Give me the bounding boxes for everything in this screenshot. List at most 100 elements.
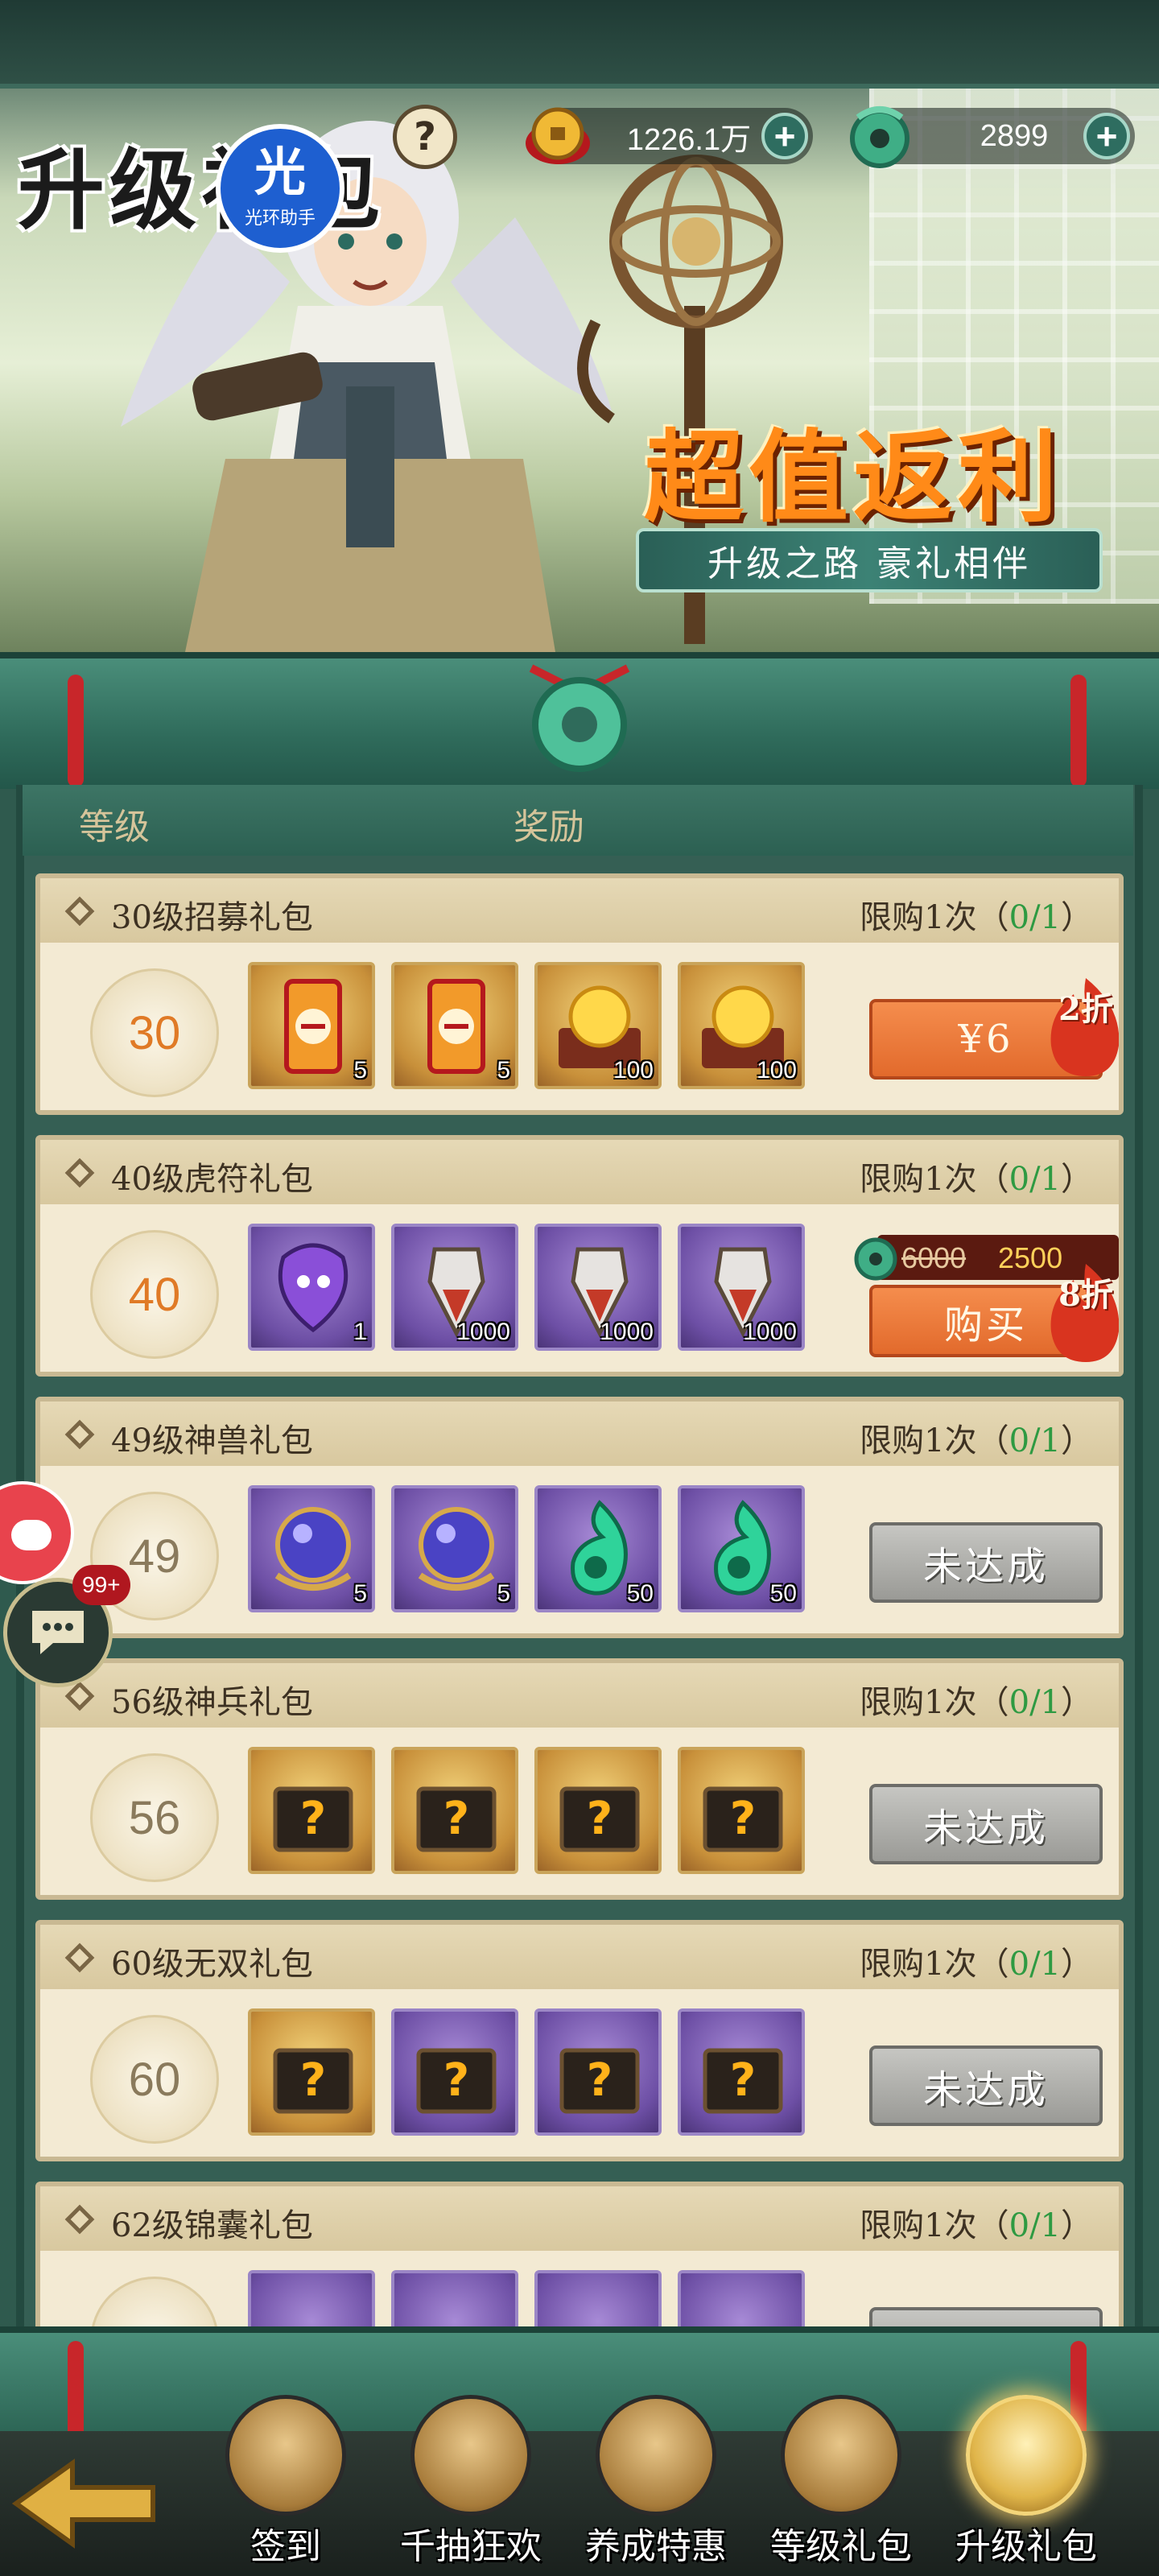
reward-items (248, 2270, 805, 2330)
reward-item[interactable]: 1000 (391, 1224, 518, 1351)
discount-badge: 8折 (1041, 1261, 1119, 1365)
gift-row-header: 56级神兵礼包 限购1次（0/1） (40, 1663, 1119, 1728)
purple-tiger-seal-icon (278, 1243, 349, 1333)
purchase-limit: 限购1次（0/1） (860, 1676, 1093, 1723)
svg-text:?: ? (443, 1793, 469, 1845)
reward-item[interactable] (534, 2270, 662, 2330)
reward-item[interactable]: 1000 (678, 1224, 805, 1351)
reward-items: ? ? ? ? (248, 1747, 805, 1874)
mystery-chest-icon: ? (703, 1786, 783, 1852)
help-button[interactable]: ? (393, 105, 457, 169)
reward-item[interactable] (391, 2270, 518, 2330)
item-quantity: 5 (497, 1580, 510, 1607)
mystery-chest-icon: ? (703, 2048, 783, 2114)
reward-items: 5 5 50 50 (248, 1485, 805, 1612)
reward-item[interactable]: 100 (534, 962, 662, 1089)
not-reached-button[interactable]: 未达成 (869, 2046, 1103, 2126)
reward-item[interactable]: ? (534, 1747, 662, 1874)
diamond-ornament-icon (64, 1419, 95, 1450)
mystery-chest-icon: ? (559, 1786, 640, 1852)
app-badge-label: 光环助手 (244, 208, 316, 229)
add-gold-button[interactable]: + (761, 113, 808, 159)
gift-title: 49级神兽礼包 (111, 1422, 313, 1459)
tab-label: 签到 (250, 2526, 321, 2567)
reward-item[interactable] (678, 2270, 805, 2330)
reward-item[interactable]: 5 (248, 962, 375, 1089)
gift-row-level-62: 62级锦囊礼包 限购1次（0/1） (35, 2182, 1124, 2334)
beast-orb-icon (418, 1507, 495, 1591)
limit-count: 0/1 (1008, 1946, 1061, 1983)
limit-count: 0/1 (1008, 899, 1061, 936)
reward-item[interactable]: ? (678, 1747, 805, 1874)
svg-text:?: ? (730, 1793, 756, 1845)
gift-row-header: 49级神兽礼包 限购1次（0/1） (40, 1402, 1119, 1466)
reward-item[interactable]: 50 (534, 1485, 662, 1612)
question-icon: ? (414, 114, 436, 159)
purchase-limit: 限购1次（0/1） (860, 1938, 1093, 1984)
gift-row-header: 40级虎符礼包 限购1次（0/1） (40, 1140, 1119, 1204)
back-arrow-icon[interactable] (8, 2455, 161, 2552)
discount-text: 2折 (1058, 990, 1113, 1028)
reward-item[interactable]: ? (391, 2008, 518, 2136)
reward-item[interactable]: 5 (391, 962, 518, 1089)
svg-text:?: ? (730, 2054, 756, 2107)
tab-sign-in[interactable]: 签到 (193, 2395, 378, 2576)
red-rope-right (1070, 675, 1087, 787)
banner-subtitle: 升级之路 豪礼相伴 (636, 528, 1103, 592)
reward-item[interactable] (248, 2270, 375, 2330)
upgrade-gift-pot-icon (966, 2395, 1087, 2516)
beast-orb-icon (274, 1507, 352, 1591)
purchase-limit: 限购1次（0/1） (860, 2199, 1093, 2246)
gift-row-level-40: 40级虎符礼包 限购1次（0/1） 40 1 1000 1000 1000 60… (35, 1135, 1124, 1377)
tab-level-gift[interactable]: 等级礼包 (749, 2395, 934, 2576)
red-rope-left (68, 675, 84, 787)
diamond-ornament-icon (64, 1942, 95, 1973)
gift-row-header: 30级招募礼包 限购1次（0/1） (40, 878, 1119, 943)
item-quantity: 50 (626, 1580, 654, 1607)
tab-thousand-draw[interactable]: 千抽狂欢 (378, 2395, 563, 2576)
jade-currency-bar: 2899 + (850, 106, 1135, 168)
gold-currency-bar: 1226.1万 + (526, 107, 813, 164)
reward-items: 1 1000 1000 1000 (248, 1224, 805, 1351)
mystery-chest-icon: ? (416, 2048, 497, 2114)
svg-text:?: ? (587, 2054, 612, 2107)
gift-row-level-56: 56级神兵礼包 限购1次（0/1） 56 ? ? ? ? 未达成 (35, 1658, 1124, 1900)
reward-items: ? ? ? ? (248, 2008, 805, 2136)
reward-item[interactable]: 1 (248, 1224, 375, 1351)
reward-item[interactable]: ? (248, 1747, 375, 1874)
reward-item[interactable]: ? (678, 2008, 805, 2136)
tab-label: 养成特惠 (585, 2526, 727, 2567)
banner-top-strip (0, 0, 1159, 89)
limit-count: 0/1 (1008, 2207, 1061, 2244)
recruit-token-icon (284, 979, 342, 1074)
reward-item[interactable]: ? (248, 2008, 375, 2136)
item-quantity: 1 (353, 1319, 367, 1345)
reward-item[interactable]: 5 (391, 1485, 518, 1612)
gold-amount: 1226.1万 (626, 122, 752, 157)
item-quantity: 100 (612, 1057, 654, 1084)
app-helper-badge[interactable]: 光 光环助手 (216, 124, 344, 253)
jade-emblem-icon (529, 664, 630, 772)
reward-item[interactable]: ? (534, 2008, 662, 2136)
app-badge-glyph: 光 (254, 143, 306, 203)
not-reached-button[interactable]: 未达成 (869, 1522, 1103, 1603)
reward-item[interactable]: 50 (678, 1485, 805, 1612)
limit-prefix: 限购1次（ (860, 1946, 1009, 1983)
diamond-ornament-icon (64, 2204, 95, 2235)
not-reached-button[interactable]: 未达成 (869, 1784, 1103, 1864)
chat-unread-badge: 99+ (72, 1565, 130, 1605)
tab-upgrade-gift[interactable]: 升级礼包 (934, 2395, 1119, 2576)
limit-count: 0/1 (1008, 1422, 1061, 1459)
level-gift-bag-icon (781, 2395, 901, 2516)
reward-item[interactable]: ? (391, 1747, 518, 1874)
reward-item[interactable]: 100 (678, 962, 805, 1089)
reward-item[interactable]: 1000 (534, 1224, 662, 1351)
reward-item[interactable]: 5 (248, 1485, 375, 1612)
jade-dragon-icon (854, 1237, 897, 1281)
level-medal: 56 (90, 1753, 219, 1882)
gift-row-header: 62级锦囊礼包 限购1次（0/1） (40, 2186, 1119, 2251)
diamond-ornament-icon (64, 1158, 95, 1188)
tab-training-deals[interactable]: 养成特惠 (563, 2395, 749, 2576)
discount-badge: 2折 (1041, 975, 1119, 1080)
add-jade-button[interactable]: + (1083, 113, 1130, 159)
